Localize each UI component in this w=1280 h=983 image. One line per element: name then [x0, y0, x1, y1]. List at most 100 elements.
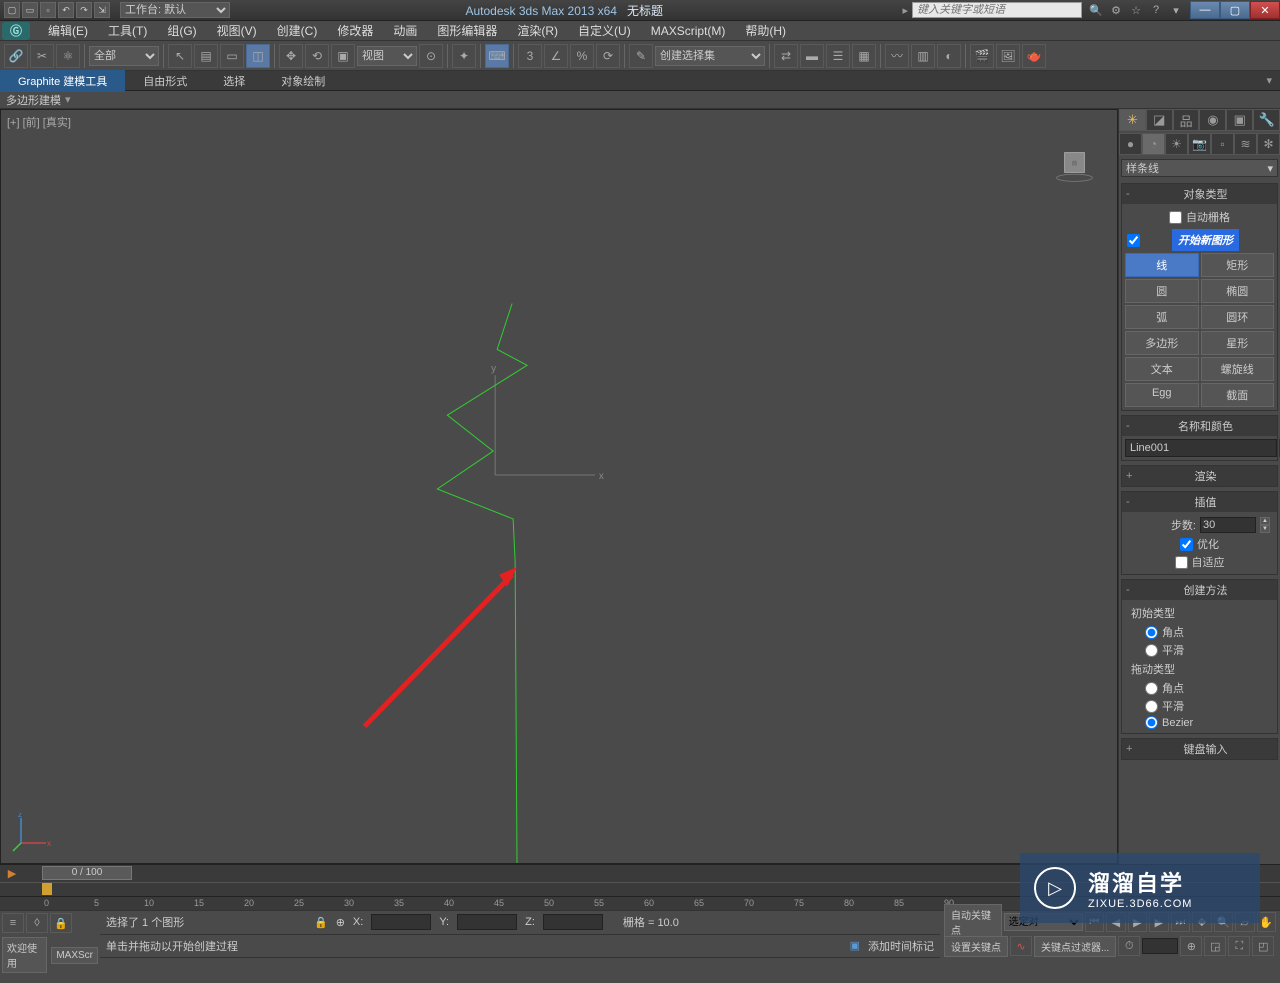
lights-icon[interactable]: ☀ [1165, 133, 1188, 155]
open-icon[interactable]: ▭ [22, 2, 38, 18]
display-tab-icon[interactable]: ▣ [1226, 109, 1253, 131]
shape-category-dropdown[interactable]: 样条线 ▾ [1121, 159, 1278, 177]
ribbon-dropdown-icon[interactable]: ▾ [1258, 74, 1280, 87]
menu-group[interactable]: 组(G) [157, 20, 206, 41]
key-filters-button[interactable]: 关键点过滤器... [1034, 936, 1116, 957]
drag-bezier-radio[interactable]: Bezier [1125, 715, 1274, 730]
move-icon[interactable]: ✥ [279, 44, 303, 68]
comm-icon[interactable]: ⚙ [1108, 2, 1124, 18]
egg-button[interactable]: Egg [1125, 383, 1199, 407]
menu-tools[interactable]: 工具(T) [98, 20, 157, 41]
new-icon[interactable]: ▢ [4, 2, 20, 18]
ref-coord-dropdown[interactable]: 视图 [357, 46, 417, 66]
angle-snap-icon[interactable]: ∠ [544, 44, 568, 68]
zoom-region-icon[interactable]: ◰ [1252, 936, 1274, 956]
steps-spinner[interactable] [1200, 517, 1256, 533]
menu-grapheditors[interactable]: 图形编辑器 [427, 20, 507, 41]
max-toggle-icon[interactable]: ⛶ [1228, 936, 1250, 956]
workspace-selector[interactable]: 工作台: 默认 [120, 2, 230, 18]
menu-views[interactable]: 视图(V) [207, 20, 267, 41]
spin-down-icon[interactable]: ▼ [1260, 525, 1270, 533]
create-tab-icon[interactable]: ✳ [1119, 109, 1146, 131]
time-tag-icon[interactable]: ▣ [850, 939, 860, 952]
shapes-icon[interactable]: ◔ [1142, 133, 1165, 155]
systems-icon[interactable]: ✻ [1257, 133, 1280, 155]
search-input[interactable] [912, 2, 1082, 18]
keyboard-entry-header[interactable]: +键盘输入 [1122, 739, 1277, 759]
material-editor-icon[interactable]: ◐ [937, 44, 961, 68]
app-menu-icon[interactable]: Ⓖ [2, 22, 30, 40]
menu-customize[interactable]: 自定义(U) [568, 20, 641, 41]
x-coord-input[interactable] [371, 914, 431, 930]
drag-corner-radio[interactable]: 角点 [1125, 679, 1274, 697]
menu-animation[interactable]: 动画 [383, 20, 427, 41]
ribbon-tab-freeform[interactable]: 自由形式 [125, 70, 205, 92]
maximize-button[interactable]: ▢ [1220, 1, 1250, 19]
start-new-shape-button[interactable]: 开始新图形 [1172, 229, 1239, 251]
close-button[interactable]: ✕ [1250, 1, 1280, 19]
y-coord-input[interactable] [457, 914, 517, 930]
utilities-tab-icon[interactable]: 🔧 [1253, 109, 1280, 131]
interpolation-header[interactable]: -插值 [1122, 492, 1277, 512]
welcome-tab[interactable]: 欢迎使用 [2, 937, 47, 973]
time-slider-thumb[interactable]: 0 / 100 [42, 866, 132, 880]
ribbon-tab-paint[interactable]: 对象绘制 [263, 70, 343, 92]
select-manipulate-icon[interactable]: ✦ [452, 44, 476, 68]
z-coord-input[interactable] [543, 914, 603, 930]
name-color-header[interactable]: -名称和颜色 [1122, 416, 1277, 436]
ellipse-button[interactable]: 椭圆 [1201, 279, 1275, 303]
coord-toggle-icon[interactable]: ⊕ [336, 916, 345, 929]
time-config-icon[interactable]: ⏱ [1118, 936, 1140, 956]
dropdown-icon[interactable]: ▾ [1168, 2, 1184, 18]
set-key-button[interactable]: 设置关键点 [944, 936, 1008, 957]
ngon-button[interactable]: 多边形 [1125, 331, 1199, 355]
layer-icon[interactable]: ☰ [826, 44, 850, 68]
viewport[interactable]: [+] [前] [真实] 前 x y x z [0, 109, 1118, 864]
menu-help[interactable]: 帮助(H) [735, 20, 796, 41]
info-center-arrow[interactable]: ▸ [898, 4, 912, 17]
ribbon-sub-chevron-icon[interactable]: ▾ [65, 93, 71, 106]
redo-icon[interactable]: ↷ [76, 2, 92, 18]
bind-icon[interactable]: ⚛ [56, 44, 80, 68]
menu-edit[interactable]: 编辑(E) [38, 20, 98, 41]
maxscript-tab[interactable]: MAXScr [51, 947, 98, 964]
minimize-button[interactable]: — [1190, 1, 1220, 19]
unlink-icon[interactable]: ✂ [30, 44, 54, 68]
timeline-play-icon[interactable]: ▶ [0, 867, 24, 880]
select-region-rect-icon[interactable]: ▭ [220, 44, 244, 68]
hierarchy-tab-icon[interactable]: 品 [1173, 109, 1200, 131]
creation-method-header[interactable]: -创建方法 [1122, 580, 1277, 600]
maxscript-mini-icon[interactable]: ≡ [2, 913, 24, 933]
circle-button[interactable]: 圆 [1125, 279, 1199, 303]
menu-modifiers[interactable]: 修改器 [327, 20, 383, 41]
isolate-icon[interactable]: ◊ [26, 913, 48, 933]
helix-button[interactable]: 螺旋线 [1201, 357, 1275, 381]
adaptive-checkbox[interactable]: 自适应 [1125, 553, 1274, 571]
menu-rendering[interactable]: 渲染(R) [507, 20, 568, 41]
section-button[interactable]: 截面 [1201, 383, 1275, 407]
edit-named-icon[interactable]: ✎ [629, 44, 653, 68]
curve-editor-icon[interactable]: 〰 [885, 44, 909, 68]
helpers-icon[interactable]: ▫ [1211, 133, 1234, 155]
orbit-icon[interactable]: ⊕ [1180, 936, 1202, 956]
select-object-icon[interactable]: ↖ [168, 44, 192, 68]
current-frame-input[interactable] [1142, 938, 1178, 954]
search-icon[interactable]: 🔍 [1088, 2, 1104, 18]
rotate-icon[interactable]: ⟲ [305, 44, 329, 68]
workspace-dropdown[interactable]: 工作台: 默认 [120, 2, 230, 18]
add-time-tag-label[interactable]: 添加时间标记 [868, 938, 934, 954]
menu-create[interactable]: 创建(C) [267, 20, 328, 41]
help-icon[interactable]: ? [1148, 2, 1164, 18]
lock-icon[interactable]: 🔒 [50, 913, 72, 933]
line-button[interactable]: 线 [1125, 253, 1199, 277]
initial-smooth-radio[interactable]: 平滑 [1125, 641, 1274, 659]
mirror-icon[interactable]: ⇄ [774, 44, 798, 68]
percent-snap-icon[interactable]: % [570, 44, 594, 68]
select-link-icon[interactable]: 🔗 [4, 44, 28, 68]
track-marker[interactable] [42, 883, 52, 895]
ribbon-sub-label[interactable]: 多边形建模 [6, 92, 61, 108]
link-icon[interactable]: ⇲ [94, 2, 110, 18]
keyboard-shortcut-icon[interactable]: ⌨ [485, 44, 509, 68]
cameras-icon[interactable]: 📷 [1188, 133, 1211, 155]
spin-up-icon[interactable]: ▲ [1260, 517, 1270, 525]
